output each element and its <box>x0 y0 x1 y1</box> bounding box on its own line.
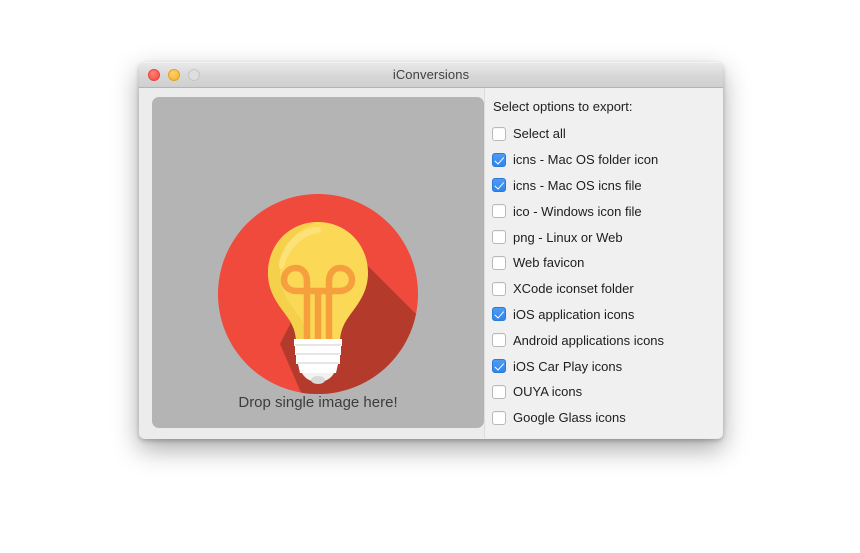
checkbox-png[interactable] <box>492 230 506 245</box>
lightbulb-icon <box>218 194 418 394</box>
checkbox-ios-application-icons[interactable] <box>492 307 506 322</box>
dropzone-label: Drop single image here! <box>238 394 398 411</box>
option-label: icns - Mac OS icns file <box>513 177 642 193</box>
checkbox-ouya-icons[interactable] <box>492 384 506 399</box>
option-row-ios-car-play-icons[interactable]: iOS Car Play icons <box>492 353 723 379</box>
checkbox-icns-folder-icon[interactable] <box>492 152 506 167</box>
checkbox-icns-file[interactable] <box>492 178 506 193</box>
checkbox-web-favicon[interactable] <box>492 255 506 270</box>
option-row-icns-folder-icon[interactable]: icns - Mac OS folder icon <box>492 147 723 173</box>
dropzone-pane: Drop single image here! <box>139 88 484 438</box>
option-label: Android applications icons <box>513 332 665 348</box>
window-titlebar[interactable]: iConversions <box>139 62 723 88</box>
option-label: iOS Car Play icons <box>513 358 623 374</box>
option-row-google-glass-icons[interactable]: Google Glass icons <box>492 405 723 431</box>
option-row-select-all[interactable]: Select all <box>492 121 723 147</box>
window-content: Drop single image here! Select options t… <box>139 88 723 438</box>
option-row-ouya-icons[interactable]: OUYA icons <box>492 379 723 405</box>
checkbox-select-all[interactable] <box>492 126 506 141</box>
checkbox-android-application-icons[interactable] <box>492 333 506 348</box>
export-options-heading: Select options to export: <box>493 99 633 114</box>
option-label: XCode iconset folder <box>513 281 634 297</box>
option-row-android-application-icons[interactable]: Android applications icons <box>492 327 723 353</box>
option-row-png[interactable]: png - Linux or Web <box>492 224 723 250</box>
option-row-icns-file[interactable]: icns - Mac OS icns file <box>492 173 723 199</box>
image-dropzone[interactable]: Drop single image here! <box>152 97 484 428</box>
option-row-ios-application-icons[interactable]: iOS application icons <box>492 302 723 328</box>
option-label: Web favicon <box>513 255 585 271</box>
option-row-ico-windows[interactable]: ico - Windows icon file <box>492 198 723 224</box>
option-row-web-favicon[interactable]: Web favicon <box>492 250 723 276</box>
option-label: Google Glass icons <box>513 410 626 426</box>
checkbox-google-glass-icons[interactable] <box>492 410 506 425</box>
checkbox-ico-windows[interactable] <box>492 204 506 219</box>
option-label: OUYA icons <box>513 384 583 400</box>
checkbox-xcode-iconset[interactable] <box>492 281 506 296</box>
option-label: icns - Mac OS folder icon <box>513 152 659 168</box>
option-label: Select all <box>513 126 566 142</box>
export-options-pane: Select options to export: Select all icn… <box>484 88 723 438</box>
option-label: png - Linux or Web <box>513 229 623 245</box>
option-label: iOS application icons <box>513 306 635 322</box>
application-window: iConversions Drop single image here! Sel… <box>139 62 723 439</box>
checkbox-ios-car-play-icons[interactable] <box>492 359 506 374</box>
option-label: ico - Windows icon file <box>513 203 642 219</box>
window-title: iConversions <box>392 67 470 82</box>
option-row-xcode-iconset[interactable]: XCode iconset folder <box>492 276 723 302</box>
